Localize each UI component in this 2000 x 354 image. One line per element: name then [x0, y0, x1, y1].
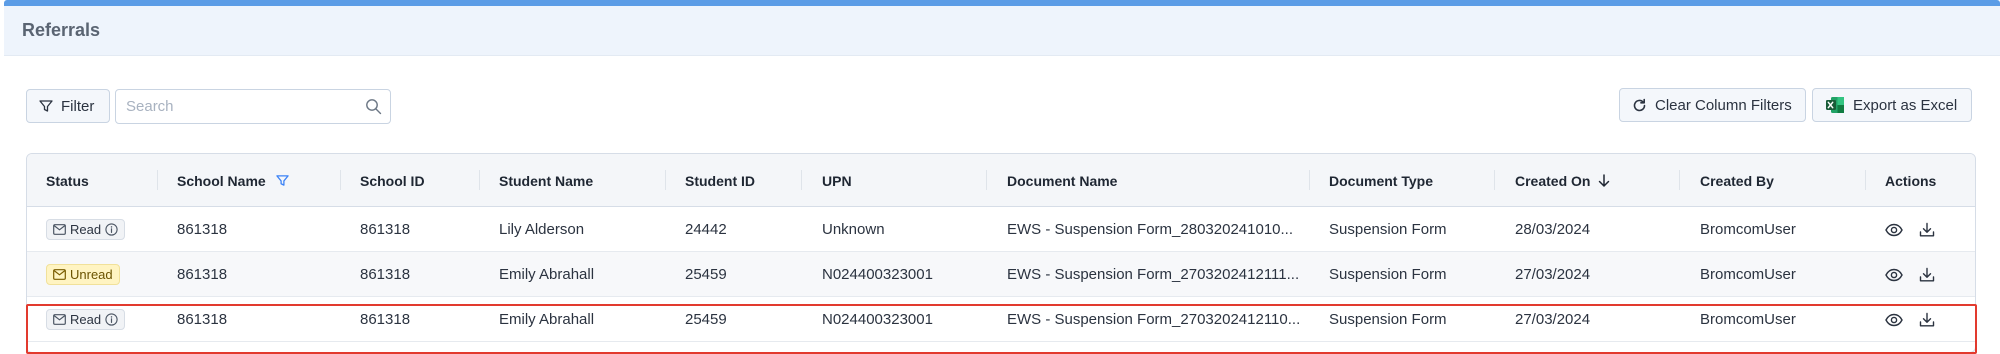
refresh-icon	[1632, 98, 1647, 113]
status-cell: Unread	[46, 252, 120, 297]
created-by-cell: BromcomUser	[1700, 221, 1796, 238]
column-header-student-id[interactable]: Student ID	[685, 154, 755, 207]
search-box[interactable]	[115, 89, 391, 124]
actions-cell	[1885, 252, 1935, 297]
column-header-school-name-label: School Name	[177, 172, 266, 189]
eye-icon[interactable]	[1885, 223, 1903, 237]
created-on-cell: 28/03/2024	[1515, 221, 1591, 238]
excel-icon	[1825, 95, 1845, 115]
column-header-created-on-label: Created On	[1515, 172, 1591, 189]
column-divider[interactable]	[986, 170, 987, 190]
document-name-cell: EWS - Suspension Form_2703202412110...	[1007, 311, 1301, 328]
created-on-cell: 27/03/2024	[1515, 266, 1591, 283]
column-header-created-on[interactable]: Created On	[1515, 154, 1610, 207]
student-name-cell: Emily Abrahall	[499, 266, 595, 283]
status-text: Read	[70, 222, 102, 237]
column-header-document-name[interactable]: Document Name	[1007, 154, 1117, 207]
column-divider[interactable]	[1494, 170, 1495, 190]
column-header-actions: Actions	[1885, 172, 1937, 189]
column-divider[interactable]	[157, 170, 158, 190]
table-row[interactable]: Read 861318 861318 Emily Abrahall 25459 …	[27, 297, 1975, 342]
table-row[interactable]: Read 861318 861318 Lily Alderson 24442 U…	[27, 207, 1975, 252]
export-excel-label: Export as Excel	[1853, 96, 1958, 114]
column-divider[interactable]	[340, 170, 341, 190]
student-id-cell: 24442	[685, 221, 727, 238]
column-divider[interactable]	[1865, 170, 1866, 190]
document-type-cell: Suspension Form	[1329, 311, 1447, 328]
download-icon[interactable]	[1919, 267, 1935, 283]
arrow-down-icon[interactable]	[1598, 173, 1610, 188]
status-text: Unread	[70, 267, 113, 282]
school-id-cell: 861318	[360, 266, 411, 283]
school-name-cell: 861318	[177, 311, 228, 328]
upn-cell: Unknown	[822, 221, 885, 238]
status-badge: Read	[46, 219, 126, 240]
document-type-cell: Suspension Form	[1329, 221, 1447, 238]
column-header-status[interactable]: Status	[46, 154, 89, 207]
column-divider[interactable]	[479, 170, 480, 190]
status-badge: Unread	[46, 264, 120, 285]
clear-column-filters-label: Clear Column Filters	[1655, 96, 1792, 114]
student-id-cell: 25459	[685, 266, 727, 283]
envelope-icon	[53, 224, 66, 235]
document-name-cell: EWS - Suspension Form_280320241010...	[1007, 221, 1294, 238]
envelope-icon	[53, 269, 66, 280]
status-cell: Read	[46, 297, 126, 342]
created-by-cell: BromcomUser	[1700, 266, 1796, 283]
filter-icon	[39, 99, 53, 113]
column-header-created-by[interactable]: Created By	[1700, 154, 1774, 207]
column-header-document-type[interactable]: Document Type	[1329, 154, 1433, 207]
student-id-cell: 25459	[685, 311, 727, 328]
export-excel-button[interactable]: Export as Excel	[1812, 88, 1972, 122]
document-type-cell: Suspension Form	[1329, 266, 1447, 283]
column-divider[interactable]	[1679, 170, 1680, 190]
created-by-cell: BromcomUser	[1700, 311, 1796, 328]
school-id-cell: 861318	[360, 311, 411, 328]
filter-active-icon[interactable]	[275, 174, 289, 187]
filter-button[interactable]: Filter	[26, 89, 110, 123]
upn-cell: N024400323001	[822, 311, 933, 328]
school-name-cell: 861318	[177, 266, 228, 283]
eye-icon[interactable]	[1885, 268, 1903, 282]
referrals-table: Status School Name School ID Student Nam…	[26, 153, 1976, 353]
column-divider[interactable]	[665, 170, 666, 190]
download-icon[interactable]	[1919, 222, 1935, 238]
column-header-student-name[interactable]: Student Name	[499, 154, 593, 207]
status-cell: Read	[46, 207, 126, 252]
student-name-cell: Emily Abrahall	[499, 311, 595, 328]
school-id-cell: 861318	[360, 221, 411, 238]
eye-icon[interactable]	[1885, 313, 1903, 327]
status-text: Read	[70, 312, 102, 327]
envelope-icon	[53, 314, 66, 325]
info-icon[interactable]	[105, 223, 118, 236]
main-content: Filter Clear Column Filters Export as Ex…	[4, 56, 2000, 354]
clear-column-filters-button[interactable]: Clear Column Filters	[1619, 88, 1806, 122]
column-header-upn[interactable]: UPN	[822, 154, 852, 207]
column-divider[interactable]	[1309, 170, 1310, 190]
actions-cell	[1885, 297, 1935, 342]
info-icon[interactable]	[105, 313, 118, 326]
column-header-school-id[interactable]: School ID	[360, 154, 425, 207]
column-divider[interactable]	[801, 170, 802, 190]
created-on-cell: 27/03/2024	[1515, 311, 1591, 328]
school-name-cell: 861318	[177, 221, 228, 238]
search-input[interactable]	[116, 90, 356, 123]
search-icon[interactable]	[365, 98, 382, 120]
status-badge: Read	[46, 309, 126, 330]
table-row[interactable]: Unread 861318 861318 Emily Abrahall 2545…	[27, 252, 1975, 297]
download-icon[interactable]	[1919, 312, 1935, 328]
page-title: Referrals	[22, 20, 101, 40]
filter-label: Filter	[61, 97, 95, 115]
document-name-cell: EWS - Suspension Form_2703202412111...	[1007, 266, 1300, 283]
actions-cell	[1885, 207, 1935, 252]
page-header: Referrals	[4, 6, 2000, 56]
column-header-school-name[interactable]: School Name	[177, 154, 289, 207]
student-name-cell: Lily Alderson	[499, 221, 585, 238]
upn-cell: N024400323001	[822, 266, 933, 283]
table-header: Status School Name School ID Student Nam…	[27, 154, 1975, 207]
